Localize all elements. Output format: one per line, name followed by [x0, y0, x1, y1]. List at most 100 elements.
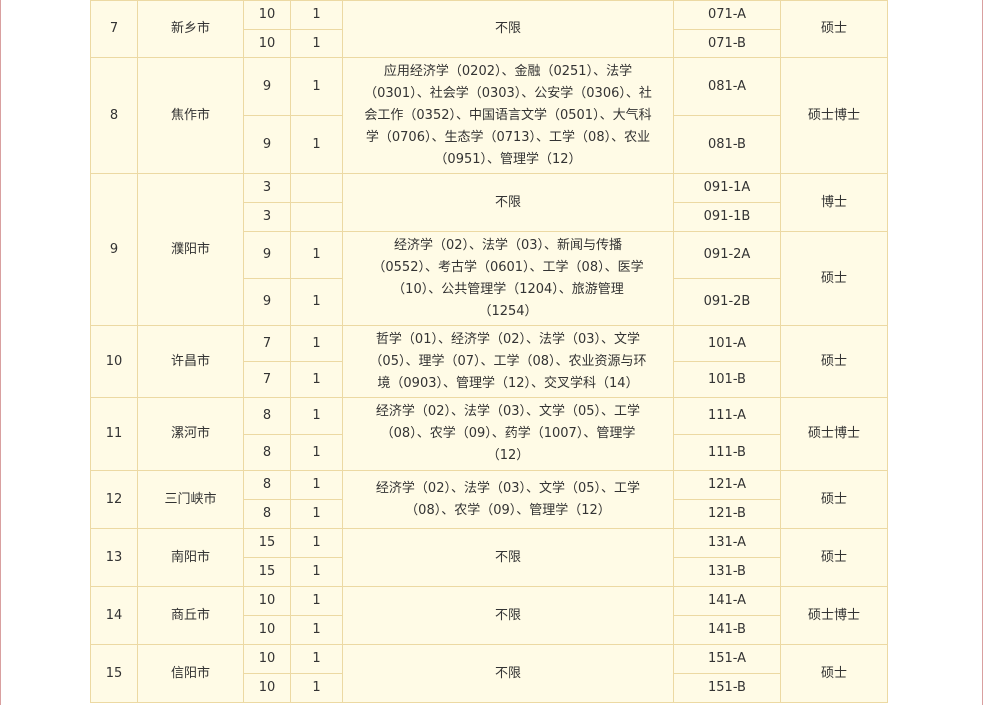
count-cell: 15	[243, 557, 291, 587]
position-code: 091-1A	[673, 173, 781, 203]
position-code: 081-A	[673, 57, 781, 116]
n-cell: 1	[290, 557, 343, 587]
row-number: 11	[90, 397, 138, 471]
count-cell: 8	[243, 397, 291, 435]
position-code: 141-B	[673, 615, 781, 645]
major-line: 不限	[494, 607, 521, 623]
row-number: 14	[90, 586, 138, 645]
position-code: 091-2B	[673, 278, 781, 326]
table-row: 9 濮阳市 3 不限 091-1A 博士	[90, 173, 888, 326]
table-row: 15 信阳市 10 1 不限 151-A 硕士	[90, 644, 888, 703]
n-cell: 1	[290, 644, 343, 674]
table-row: 14 商丘市 10 1 不限 141-A 硕士博士	[90, 586, 888, 645]
major-cell: 经济学（02）、法学（03）、文学（05）、工学 （08）、农学（09）、药学（…	[342, 397, 674, 471]
n-cell: 1	[290, 278, 343, 326]
table-row: 8 焦作市 9 1 应用经济学（0202）、金融（0251）、法学 （0301）…	[90, 57, 888, 174]
count-cell: 9	[243, 231, 291, 279]
n-cell: 1	[290, 673, 343, 703]
n-cell: 1	[290, 499, 343, 529]
major-line: 经济学（02）、法学（03）、文学（05）、工学	[375, 480, 641, 496]
major-line: （08）、农学（09）、管理学（12）	[405, 502, 611, 518]
n-cell: 1	[290, 29, 343, 58]
major-cell: 哲学（01）、经济学（02）、法学（03）、文学 （05）、理学（07）、工学（…	[342, 325, 674, 398]
city-name: 焦作市	[137, 57, 244, 174]
degree-cell: 硕士	[780, 470, 888, 529]
position-code: 091-1B	[673, 202, 781, 232]
position-code: 131-B	[673, 557, 781, 587]
position-code: 121-A	[673, 470, 781, 500]
city-name: 许昌市	[137, 325, 244, 398]
count-cell: 7	[243, 325, 291, 362]
n-cell: 1	[290, 325, 343, 362]
major-line: 不限	[494, 194, 521, 210]
count-cell: 3	[243, 202, 291, 232]
count-cell: 10	[243, 673, 291, 703]
major-cell: 不限	[342, 0, 674, 58]
row-number: 12	[90, 470, 138, 529]
position-code: 131-A	[673, 528, 781, 558]
table-row: 13 南阳市 15 1 不限 131-A 硕士	[90, 528, 888, 587]
city-name: 三门峡市	[137, 470, 244, 529]
major-line: 哲学（01）、经济学（02）、法学（03）、文学	[375, 331, 641, 347]
row-number: 15	[90, 644, 138, 703]
count-cell: 10	[243, 29, 291, 58]
city-name: 信阳市	[137, 644, 244, 703]
count-cell: 7	[243, 361, 291, 398]
major-line: （08）、农学（09）、药学（1007）、管理学	[380, 426, 636, 441]
degree-cell: 硕士博士	[780, 397, 888, 471]
major-line: （12）	[486, 448, 530, 463]
count-cell: 10	[243, 644, 291, 674]
major-line: 应用经济学（0202）、金融（0251）、法学	[383, 63, 633, 79]
degree-cell: 硕士	[780, 231, 888, 326]
count-cell: 3	[243, 173, 291, 203]
position-code: 081-B	[673, 115, 781, 174]
n-cell	[290, 202, 343, 232]
count-cell: 10	[243, 586, 291, 616]
position-code: 151-B	[673, 673, 781, 703]
major-line: （10）、公共管理学（1204）、旅游管理	[392, 281, 624, 297]
major-line: （1254）	[478, 303, 538, 319]
n-cell: 1	[290, 361, 343, 398]
degree-cell: 硕士	[780, 0, 888, 58]
position-code: 141-A	[673, 586, 781, 616]
position-code: 091-2A	[673, 231, 781, 279]
position-code: 111-A	[673, 397, 781, 435]
degree-cell: 硕士	[780, 325, 888, 398]
table-row: 11 漯河市 8 1 经济学（02）、法学（03）、文学（05）、工学 （08）…	[90, 397, 888, 471]
count-cell: 10	[243, 615, 291, 645]
table-row: 7 新乡市 10 1 不限 071-A 硕士	[90, 0, 888, 58]
n-cell: 1	[290, 397, 343, 435]
major-line: 境（0903）、管理学（12）、交叉学科（14）	[377, 375, 639, 391]
position-code: 071-B	[673, 29, 781, 58]
n-cell: 1	[290, 57, 343, 116]
position-code: 111-B	[673, 434, 781, 471]
major-line: 不限	[494, 549, 521, 565]
row-number: 9	[90, 173, 138, 326]
major-cell: 经济学（02）、法学（03）、新闻与传播 （0552）、考古学（0601）、工学…	[342, 231, 674, 326]
recruitment-table: 7 新乡市 10 1 不限 071-A 硕士 10 1 071-B 8 焦作市 …	[90, 0, 888, 703]
major-line: 会工作（0352）、中国语言文学（0501）、大气科	[364, 107, 652, 123]
table-row: 10 许昌市 7 1 哲学（01）、经济学（02）、法学（03）、文学 （05）…	[90, 325, 888, 398]
n-cell: 1	[290, 586, 343, 616]
count-cell: 9	[243, 57, 291, 116]
n-cell: 1	[290, 231, 343, 279]
count-cell: 8	[243, 434, 291, 471]
n-cell: 1	[290, 0, 343, 30]
n-cell: 1	[290, 115, 343, 174]
city-name: 新乡市	[137, 0, 244, 58]
major-line: （0301）、社会学（0303）、公安学（0306）、社	[364, 85, 652, 101]
major-line: 经济学（02）、法学（03）、文学（05）、工学	[375, 404, 641, 419]
major-line: 经济学（02）、法学（03）、新闻与传播	[393, 237, 623, 253]
city-name: 濮阳市	[137, 173, 244, 326]
major-cell: 应用经济学（0202）、金融（0251）、法学 （0301）、社会学（0303）…	[342, 57, 674, 174]
major-cell: 不限	[342, 173, 674, 232]
n-cell: 1	[290, 470, 343, 500]
count-cell: 9	[243, 115, 291, 174]
city-name: 商丘市	[137, 586, 244, 645]
major-line: 不限	[494, 665, 521, 681]
row-number: 13	[90, 528, 138, 587]
count-cell: 8	[243, 470, 291, 500]
position-code: 121-B	[673, 499, 781, 529]
count-cell: 15	[243, 528, 291, 558]
count-cell: 8	[243, 499, 291, 529]
